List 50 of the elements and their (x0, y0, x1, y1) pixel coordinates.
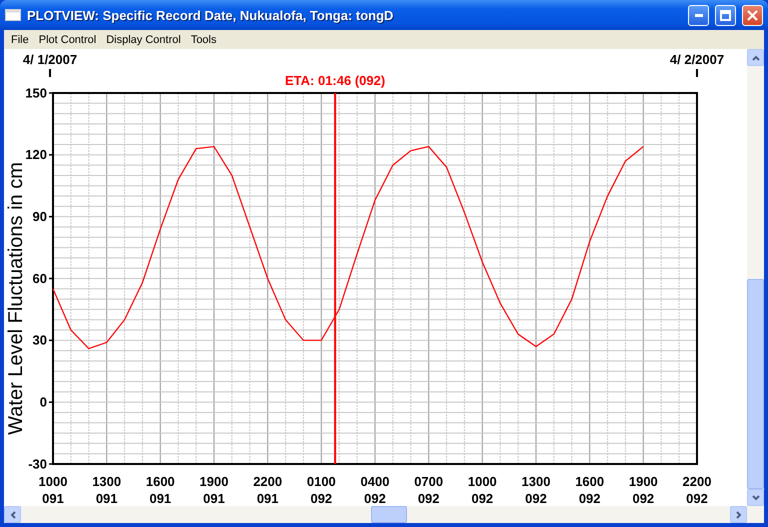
x-tick-label: 0400 092 (360, 474, 390, 506)
scroll-thumb[interactable] (371, 506, 407, 523)
x-tick-label: 1900 091 (200, 474, 228, 506)
date-label: 4/ 1/2007 (22, 52, 78, 67)
menu-item[interactable]: Plot Control (34, 34, 102, 46)
x-tick-label: 1600 092 (575, 474, 604, 506)
x-tick-label: 0100 092 (306, 474, 336, 506)
x-tick-label: 1000 092 (468, 474, 497, 506)
scroll-left-button[interactable] (4, 506, 21, 523)
x-tick-label: 1900 092 (628, 474, 658, 506)
y-tick-label: 120 (25, 147, 47, 162)
caret-down-icon (752, 494, 760, 502)
window-title: PLOTVIEW: Specific Record Date, Nukualofa, Tonga: tongD (27, 8, 394, 22)
close-icon (747, 10, 758, 20)
x-tick-label: 2200 092 (682, 474, 712, 506)
x-tick-label: 1300 091 (92, 474, 122, 506)
menu-item[interactable]: File (6, 34, 34, 46)
x-tick-label: 1300 092 (522, 474, 550, 506)
close-button[interactable] (742, 4, 763, 26)
scroll-thumb[interactable] (747, 279, 764, 489)
caret-up-icon (752, 54, 760, 62)
y-tick-label: 60 (32, 270, 47, 286)
horizontal-scrollbar[interactable] (4, 506, 764, 523)
scroll-up-button[interactable] (747, 49, 764, 66)
y-tick-label: 0 (40, 394, 47, 410)
date-tick (696, 69, 698, 77)
caret-left-icon (8, 510, 16, 518)
vertical-scrollbar[interactable] (747, 49, 764, 506)
scroll-down-button[interactable] (747, 489, 764, 506)
scroll-right-button[interactable] (730, 506, 747, 523)
x-tick-label: 0700 092 (414, 474, 444, 506)
y-tick-label: -30 (28, 456, 47, 472)
caret-right-icon (734, 510, 742, 518)
date-tick (49, 69, 51, 77)
window-icon (5, 9, 21, 21)
minimize-icon (694, 14, 702, 16)
menu-item[interactable]: Tools (186, 34, 222, 46)
maximize-button[interactable] (715, 4, 736, 26)
x-tick-label: 2200 091 (253, 474, 282, 506)
x-tick-label: 1000 091 (38, 474, 68, 506)
x-tick-label: 1600 091 (146, 474, 175, 506)
date-label: 4/ 2/2007 (670, 52, 724, 67)
y-tick-label: 30 (32, 332, 47, 348)
y-tick-label: 90 (32, 208, 47, 224)
y-tick-label: 150 (25, 85, 47, 100)
y-axis-title: Water Level Fluctuations in cm (5, 162, 27, 435)
maximize-icon (720, 10, 731, 20)
minimize-button[interactable] (688, 4, 709, 26)
menu-item[interactable]: Display Control (101, 34, 186, 46)
eta-label: ETA: 01:46 (092) (285, 73, 386, 88)
